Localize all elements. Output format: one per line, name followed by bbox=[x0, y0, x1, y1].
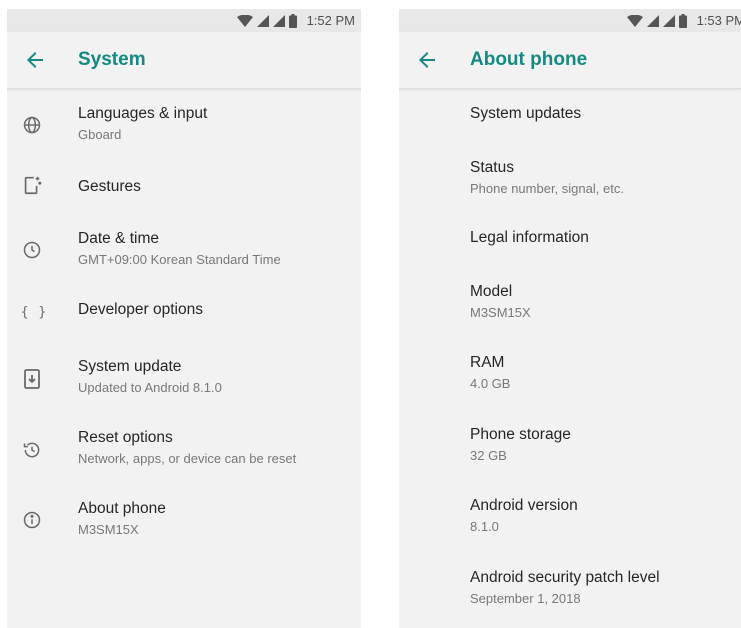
battery-icon bbox=[288, 13, 297, 28]
setting-date-time[interactable]: Date & time GMT+09:00 Korean Standard Ti… bbox=[7, 224, 361, 286]
setting-subtitle: Network, apps, or device can be reset bbox=[78, 451, 297, 466]
signal-icon bbox=[662, 14, 675, 27]
about-model[interactable]: Model M3SM15X bbox=[399, 283, 741, 345]
setting-title: Phone storage bbox=[470, 426, 571, 443]
setting-languages-input[interactable]: Languages & input Gboard bbox=[7, 99, 361, 161]
status-bar: 1:52 PM bbox=[7, 9, 361, 32]
setting-subtitle: GMT+09:00 Korean Standard Time bbox=[78, 252, 281, 267]
setting-title: Developer options bbox=[78, 301, 203, 318]
setting-system-update[interactable]: System update Updated to Android 8.1.0 bbox=[7, 352, 361, 414]
back-arrow-icon[interactable] bbox=[415, 48, 439, 72]
setting-title: Status bbox=[470, 159, 514, 176]
status-time: 1:53 PM bbox=[696, 13, 741, 28]
signal-icon bbox=[646, 14, 659, 27]
setting-subtitle: Updated to Android 8.1.0 bbox=[78, 380, 222, 395]
setting-title: System update bbox=[78, 358, 182, 375]
setting-title: Model bbox=[470, 283, 513, 300]
setting-reset-options[interactable]: Reset options Network, apps, or device c… bbox=[7, 423, 361, 485]
system-settings-screen: 1:52 PM System Languages & input Gboard … bbox=[7, 9, 361, 628]
setting-subtitle: September 1, 2018 bbox=[470, 591, 581, 606]
page-title: About phone bbox=[470, 49, 588, 70]
setting-title: System updates bbox=[470, 105, 582, 122]
about-status[interactable]: Status Phone number, signal, etc. bbox=[399, 159, 741, 221]
braces-icon: { } bbox=[19, 301, 49, 323]
setting-developer-options[interactable]: { } Developer options bbox=[7, 291, 361, 347]
setting-title: RAM bbox=[470, 354, 505, 371]
page-title: System bbox=[78, 49, 146, 70]
app-bar: About phone bbox=[399, 32, 741, 89]
app-bar: System bbox=[7, 32, 361, 89]
clock-icon bbox=[21, 239, 43, 261]
setting-title: Date & time bbox=[78, 230, 159, 247]
signal-icon bbox=[272, 14, 285, 27]
system-update-icon bbox=[21, 368, 43, 390]
wifi-icon bbox=[236, 14, 253, 27]
setting-about-phone[interactable]: About phone M3SM15X bbox=[7, 494, 361, 556]
about-legal-information[interactable]: Legal information bbox=[399, 223, 741, 273]
about-ram[interactable]: RAM 4.0 GB bbox=[399, 354, 741, 416]
setting-gestures[interactable]: Gestures bbox=[7, 167, 361, 223]
setting-title: Legal information bbox=[470, 229, 589, 246]
status-time: 1:52 PM bbox=[306, 13, 355, 28]
setting-subtitle: M3SM15X bbox=[470, 305, 531, 320]
setting-subtitle: 32 GB bbox=[470, 448, 507, 463]
back-arrow-icon[interactable] bbox=[23, 48, 47, 72]
globe-icon bbox=[21, 114, 43, 136]
status-bar: 1:53 PM bbox=[399, 9, 741, 32]
gestures-icon bbox=[21, 174, 43, 196]
about-phone-storage[interactable]: Phone storage 32 GB bbox=[399, 426, 741, 488]
setting-title: Languages & input bbox=[78, 105, 208, 122]
setting-subtitle: M3SM15X bbox=[78, 522, 139, 537]
setting-subtitle: Gboard bbox=[78, 127, 122, 142]
signal-icon bbox=[256, 14, 269, 27]
battery-icon bbox=[678, 13, 687, 28]
setting-subtitle: 4.0 GB bbox=[470, 376, 511, 391]
info-icon bbox=[21, 509, 43, 531]
about-security-patch-level[interactable]: Android security patch level September 1… bbox=[399, 569, 741, 625]
about-system-updates[interactable]: System updates bbox=[399, 99, 741, 149]
history-icon bbox=[21, 439, 43, 461]
setting-title: Android security patch level bbox=[470, 569, 660, 586]
braces-icon-glyph: { } bbox=[20, 304, 48, 320]
about-phone-screen: 1:53 PM About phone System updates Statu… bbox=[399, 9, 741, 628]
setting-subtitle: Phone number, signal, etc. bbox=[470, 181, 624, 196]
about-android-version[interactable]: Android version 8.1.0 bbox=[399, 497, 741, 559]
setting-title: Gestures bbox=[78, 178, 141, 195]
setting-title: Reset options bbox=[78, 429, 173, 446]
setting-title: About phone bbox=[78, 500, 166, 517]
wifi-icon bbox=[626, 14, 643, 27]
setting-title: Android version bbox=[470, 497, 578, 514]
setting-subtitle: 8.1.0 bbox=[470, 519, 499, 534]
